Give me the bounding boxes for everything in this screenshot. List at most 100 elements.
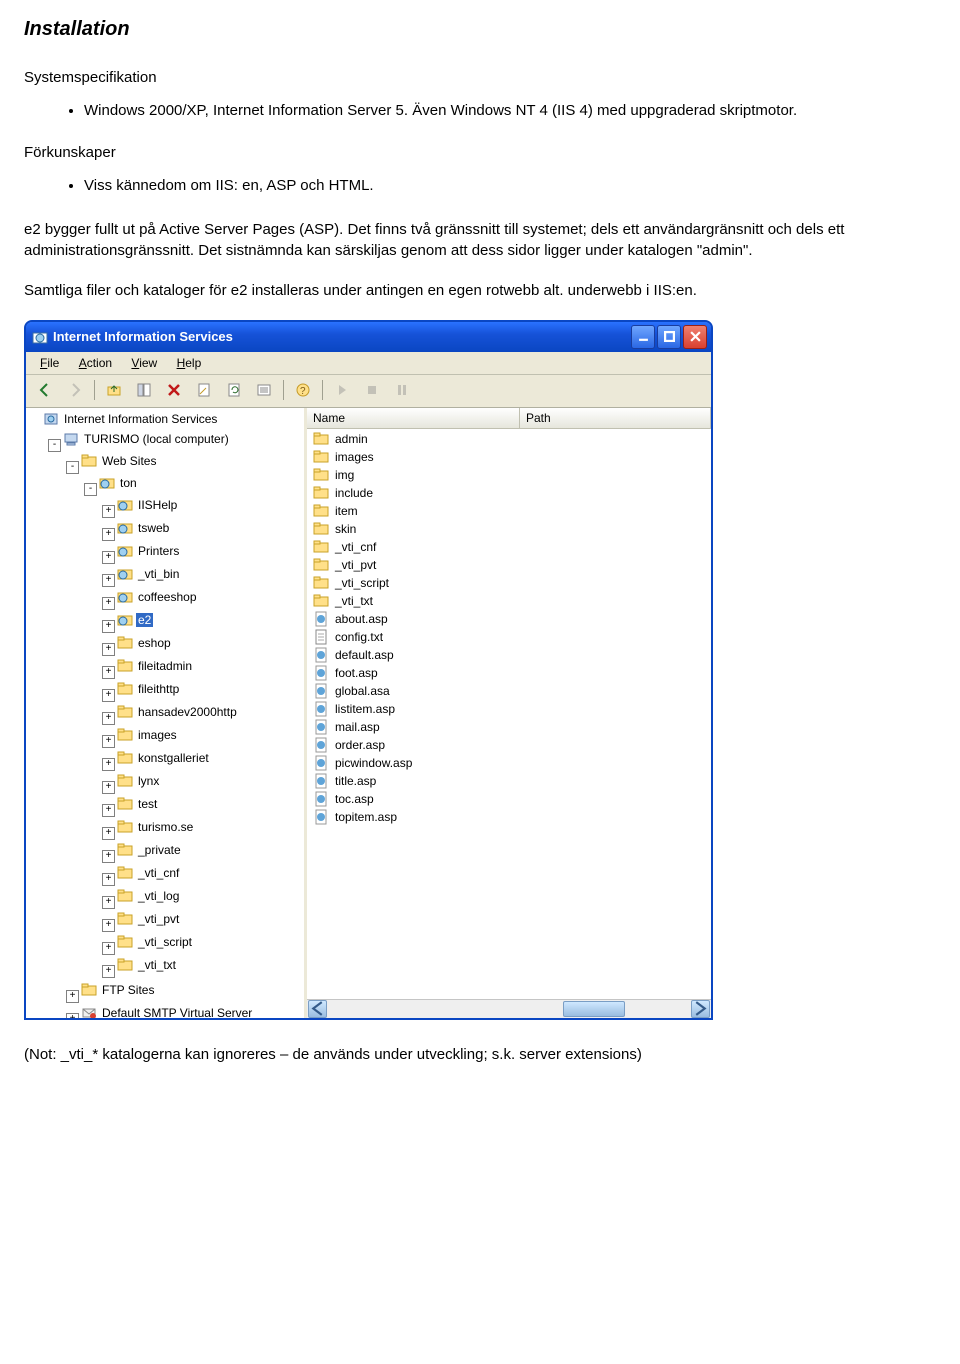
file-item-_vti_cnf[interactable]: _vti_cnf [309, 538, 711, 556]
tree-site[interactable]: ton [99, 475, 139, 491]
file-item-_vti_pvt[interactable]: _vti_pvt [309, 556, 711, 574]
tree-item-Printers[interactable]: Printers [117, 543, 181, 559]
file-item-topitem.asp[interactable]: topitem.asp [309, 808, 711, 826]
file-item-admin[interactable]: admin [309, 430, 711, 448]
file-pane[interactable]: Name Path adminimagesimgincludeitemskin_… [307, 408, 711, 1018]
expand-toggle[interactable]: + [102, 574, 115, 587]
tree-websites[interactable]: Web Sites [81, 453, 158, 469]
expand-toggle[interactable]: + [102, 597, 115, 610]
refresh-button[interactable] [221, 377, 247, 403]
tree-item-_vti_cnf[interactable]: _vti_cnf [117, 865, 181, 881]
up-folder-button[interactable] [101, 377, 127, 403]
tree-item-test[interactable]: test [117, 796, 159, 812]
start-button[interactable] [329, 377, 355, 403]
expand-toggle[interactable]: + [102, 528, 115, 541]
forward-button[interactable] [62, 377, 88, 403]
tree-item-tsweb[interactable]: tsweb [117, 520, 171, 536]
expand-toggle[interactable]: - [84, 483, 97, 496]
scroll-thumb[interactable] [563, 1001, 625, 1017]
column-header-name[interactable]: Name [307, 408, 520, 428]
file-item-picwindow.asp[interactable]: picwindow.asp [309, 754, 711, 772]
export-list-button[interactable] [251, 377, 277, 403]
file-item-foot.asp[interactable]: foot.asp [309, 664, 711, 682]
back-button[interactable] [32, 377, 58, 403]
menu-help[interactable]: Help [169, 354, 210, 372]
expand-toggle[interactable]: + [102, 551, 115, 564]
expand-toggle[interactable]: + [102, 643, 115, 656]
expand-toggle[interactable]: - [48, 439, 61, 452]
tree-item-konstgalleriet[interactable]: konstgalleriet [117, 750, 211, 766]
file-item-title.asp[interactable]: title.asp [309, 772, 711, 790]
tree-root[interactable]: Internet Information Services [43, 411, 219, 427]
expand-toggle[interactable]: + [102, 735, 115, 748]
help-button[interactable]: ? [290, 377, 316, 403]
expand-toggle[interactable]: + [102, 758, 115, 771]
file-item-config.txt[interactable]: config.txt [309, 628, 711, 646]
file-item-listitem.asp[interactable]: listitem.asp [309, 700, 711, 718]
tree-smtp[interactable]: Default SMTP Virtual Server [81, 1005, 254, 1018]
tree-item-coffeeshop[interactable]: coffeeshop [117, 589, 199, 605]
tree-ftp[interactable]: FTP Sites [81, 982, 156, 998]
tree-pane[interactable]: Internet Information Services-TURISMO (l… [26, 408, 307, 1018]
expand-toggle[interactable]: + [102, 781, 115, 794]
tree-item-lynx[interactable]: lynx [117, 773, 161, 789]
column-header-path[interactable]: Path [520, 408, 711, 428]
expand-toggle[interactable]: + [102, 666, 115, 679]
expand-toggle[interactable]: + [102, 896, 115, 909]
tree-item-turismo.se[interactable]: turismo.se [117, 819, 195, 835]
tree-item-eshop[interactable]: eshop [117, 635, 173, 651]
horizontal-scrollbar[interactable] [307, 999, 711, 1018]
expand-toggle[interactable]: + [102, 919, 115, 932]
close-button[interactable] [683, 325, 707, 349]
expand-toggle[interactable]: + [102, 850, 115, 863]
file-item-skin[interactable]: skin [309, 520, 711, 538]
file-item-img[interactable]: img [309, 466, 711, 484]
tree-computer[interactable]: TURISMO (local computer) [63, 431, 231, 447]
expand-toggle[interactable]: + [66, 1013, 79, 1018]
expand-toggle[interactable]: + [102, 505, 115, 518]
pause-button[interactable] [389, 377, 415, 403]
menu-view[interactable]: View [123, 354, 165, 372]
menu-file[interactable]: File [32, 354, 67, 372]
tree-item-fileitadmin[interactable]: fileitadmin [117, 658, 194, 674]
file-item-about.asp[interactable]: about.asp [309, 610, 711, 628]
expand-toggle[interactable]: + [102, 689, 115, 702]
tree-item-_vti_pvt[interactable]: _vti_pvt [117, 911, 181, 927]
tree-item-IISHelp[interactable]: IISHelp [117, 497, 179, 513]
minimize-button[interactable] [631, 325, 655, 349]
maximize-button[interactable] [657, 325, 681, 349]
tree-item-images[interactable]: images [117, 727, 179, 743]
expand-toggle[interactable]: + [102, 965, 115, 978]
expand-toggle[interactable]: + [102, 827, 115, 840]
menu-action[interactable]: Action [71, 354, 120, 372]
tree-item-_vti_bin[interactable]: _vti_bin [117, 566, 181, 582]
tree-item-e2[interactable]: e2 [117, 612, 153, 628]
expand-toggle[interactable]: + [66, 990, 79, 1003]
window-titlebar[interactable]: Internet Information Services [26, 322, 711, 352]
tree-item-_private[interactable]: _private [117, 842, 183, 858]
file-item-toc.asp[interactable]: toc.asp [309, 790, 711, 808]
file-item-mail.asp[interactable]: mail.asp [309, 718, 711, 736]
tree-item-fileithttp[interactable]: fileithttp [117, 681, 181, 697]
expand-toggle[interactable]: + [102, 873, 115, 886]
expand-toggle[interactable]: + [102, 804, 115, 817]
file-item-include[interactable]: include [309, 484, 711, 502]
file-item-images[interactable]: images [309, 448, 711, 466]
file-item-global.asa[interactable]: global.asa [309, 682, 711, 700]
expand-toggle[interactable]: - [66, 461, 79, 474]
expand-toggle[interactable]: + [102, 620, 115, 633]
scroll-left-button[interactable] [308, 1000, 327, 1018]
tree-item-hansadev2000http[interactable]: hansadev2000http [117, 704, 239, 720]
expand-toggle[interactable]: + [102, 712, 115, 725]
expand-toggle[interactable]: + [102, 942, 115, 955]
stop-button[interactable] [359, 377, 385, 403]
file-item-_vti_txt[interactable]: _vti_txt [309, 592, 711, 610]
file-item-default.asp[interactable]: default.asp [309, 646, 711, 664]
tree-item-_vti_script[interactable]: _vti_script [117, 934, 194, 950]
delete-button[interactable] [161, 377, 187, 403]
file-item-order.asp[interactable]: order.asp [309, 736, 711, 754]
tree-item-_vti_txt[interactable]: _vti_txt [117, 957, 178, 973]
tree-item-_vti_log[interactable]: _vti_log [117, 888, 181, 904]
file-item-item[interactable]: item [309, 502, 711, 520]
file-item-_vti_script[interactable]: _vti_script [309, 574, 711, 592]
